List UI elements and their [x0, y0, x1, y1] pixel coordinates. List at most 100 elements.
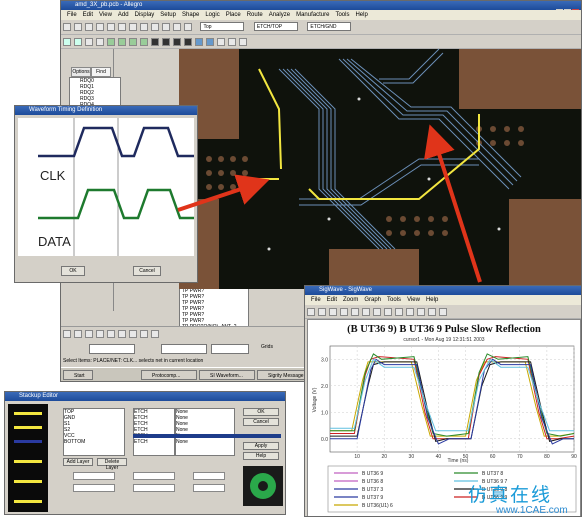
save-icon[interactable] — [85, 23, 93, 31]
layout-menu-edit[interactable]: Edit — [83, 12, 93, 18]
layout-menu-shape[interactable]: Shape — [182, 12, 199, 18]
print-icon[interactable] — [96, 23, 104, 31]
sw-cursor-icon[interactable] — [406, 308, 414, 316]
stackup-help-button[interactable]: Help — [243, 452, 279, 460]
new-file-icon[interactable] — [63, 23, 71, 31]
layer-name-list[interactable]: TOP GND S1 S2 VCC BOTTOM — [63, 408, 125, 456]
snap-icon[interactable] — [107, 330, 115, 338]
stackup-apply-button[interactable]: Apply — [243, 442, 279, 450]
highlight-icon[interactable] — [184, 38, 192, 46]
redo-icon[interactable] — [151, 23, 159, 31]
step-icon[interactable] — [63, 330, 71, 338]
zoom-fit-icon[interactable] — [184, 23, 192, 31]
grid-icon[interactable] — [118, 330, 126, 338]
net-listbox[interactable]: TP PWR? TP PWR? TP PWR? TP PWR? TP PWR? TP PW… — [179, 287, 249, 331]
measure-icon[interactable] — [228, 38, 236, 46]
open-file-icon[interactable] — [74, 23, 82, 31]
stackup-ok-button[interactable]: OK — [243, 408, 279, 416]
sw-zoom-x-icon[interactable] — [373, 308, 381, 316]
rats-icon[interactable] — [129, 330, 137, 338]
layout-menu-analyze[interactable]: Analyze — [269, 12, 290, 18]
delete-layer-button[interactable]: Delete Layer — [97, 458, 127, 471]
unrats-icon[interactable] — [140, 330, 148, 338]
zoom-out-icon[interactable] — [173, 23, 181, 31]
sigwave-menu-zoom[interactable]: Zoom — [343, 297, 358, 303]
dehighlight-icon[interactable] — [195, 38, 203, 46]
sw-grid-icon[interactable] — [439, 308, 447, 316]
impedance-field[interactable] — [73, 484, 115, 492]
sw-zoom-y-icon[interactable] — [384, 308, 392, 316]
copy-item-icon[interactable] — [118, 38, 126, 46]
sigwave-menu-help[interactable]: Help — [426, 297, 438, 303]
taskbar-protocomp[interactable]: Protocomp... — [141, 370, 197, 380]
copy-icon[interactable] — [118, 23, 126, 31]
layout-menu-setup[interactable]: Setup — [160, 12, 176, 18]
via-icon[interactable] — [96, 38, 104, 46]
sigwave-menu-edit[interactable]: Edit — [327, 297, 337, 303]
undo-icon[interactable] — [140, 23, 148, 31]
tab-options[interactable]: Options — [71, 67, 91, 77]
active-class-combo[interactable]: Top — [200, 22, 245, 31]
layout-menu-manufacture[interactable]: Manufacture — [296, 12, 329, 18]
sigwave-menu-graph[interactable]: Graph — [364, 297, 381, 303]
tab-find[interactable]: Find — [91, 67, 111, 77]
ok-button[interactable]: OK — [61, 266, 85, 276]
stop-icon[interactable] — [85, 330, 93, 338]
color-icon[interactable] — [173, 38, 181, 46]
layer-type-list[interactable]: ETCHETCHETCHETCHETCHETCH — [133, 408, 175, 456]
layout-menu-display[interactable]: Display — [135, 12, 155, 18]
sw-zoom-out-icon[interactable] — [351, 308, 359, 316]
add-layer-button[interactable]: Add Layer — [63, 458, 93, 466]
stackup-cancel-button[interactable]: Cancel — [243, 418, 279, 426]
void-icon[interactable] — [162, 38, 170, 46]
sw-zoom-fit-icon[interactable] — [362, 308, 370, 316]
sw-zoom-in-icon[interactable] — [340, 308, 348, 316]
subclass-combo[interactable]: ETCH/TOP — [253, 22, 298, 31]
mirror-icon[interactable] — [129, 38, 137, 46]
add-connect-icon[interactable] — [63, 38, 71, 46]
show-element-icon[interactable] — [217, 38, 225, 46]
layout-menu-view[interactable]: View — [99, 12, 112, 18]
layout-menu-logic[interactable]: Logic — [205, 12, 219, 18]
sigwave-menu-view[interactable]: View — [407, 297, 420, 303]
thickness-field[interactable] — [73, 472, 115, 480]
layout-menu-tools[interactable]: Tools — [335, 12, 349, 18]
sigwave-menu-file[interactable]: File — [311, 297, 321, 303]
sw-save-icon[interactable] — [329, 308, 337, 316]
sw-pan-icon[interactable] — [395, 308, 403, 316]
coord-z-field[interactable] — [211, 344, 249, 354]
taskbar-si-waveform[interactable]: SI Waveform... — [199, 370, 255, 380]
layer-material-item[interactable]: None — [176, 439, 234, 445]
coord-y-field[interactable] — [161, 344, 207, 354]
paste-icon[interactable] — [129, 23, 137, 31]
plane-field[interactable] — [193, 484, 225, 492]
sw-open-icon[interactable] — [318, 308, 326, 316]
zoom-in-icon[interactable] — [162, 23, 170, 31]
coord-x-field[interactable] — [89, 344, 135, 354]
play-icon[interactable] — [74, 330, 82, 338]
dielectric-field[interactable] — [133, 472, 175, 480]
layers-icon[interactable] — [151, 330, 159, 338]
layer-material-list[interactable]: NoneNoneNoneNoneNoneNone — [175, 408, 235, 456]
cancel-button[interactable]: Cancel — [133, 266, 161, 276]
layout-menu-route[interactable]: Route — [247, 12, 263, 18]
slide-icon[interactable] — [74, 38, 82, 46]
loss-field[interactable] — [133, 484, 175, 492]
cut-icon[interactable] — [107, 23, 115, 31]
layout-menu-help[interactable]: Help — [355, 12, 367, 18]
width-field[interactable] — [193, 472, 225, 480]
shape-icon[interactable] — [151, 38, 159, 46]
layout-menu-place[interactable]: Place — [226, 12, 241, 18]
delay-tune-icon[interactable] — [85, 38, 93, 46]
properties-icon[interactable] — [239, 38, 247, 46]
layout-menu-add[interactable]: Add — [118, 12, 129, 18]
start-button[interactable]: Start — [63, 370, 93, 380]
rotate-icon[interactable] — [140, 38, 148, 46]
layout-menu-file[interactable]: File — [67, 12, 77, 18]
record-icon[interactable] — [96, 330, 104, 338]
sw-new-icon[interactable] — [307, 308, 315, 316]
sw-delta-icon[interactable] — [428, 308, 436, 316]
move-icon[interactable] — [107, 38, 115, 46]
pcb-canvas[interactable] — [179, 48, 581, 289]
sw-measure-icon[interactable] — [417, 308, 425, 316]
